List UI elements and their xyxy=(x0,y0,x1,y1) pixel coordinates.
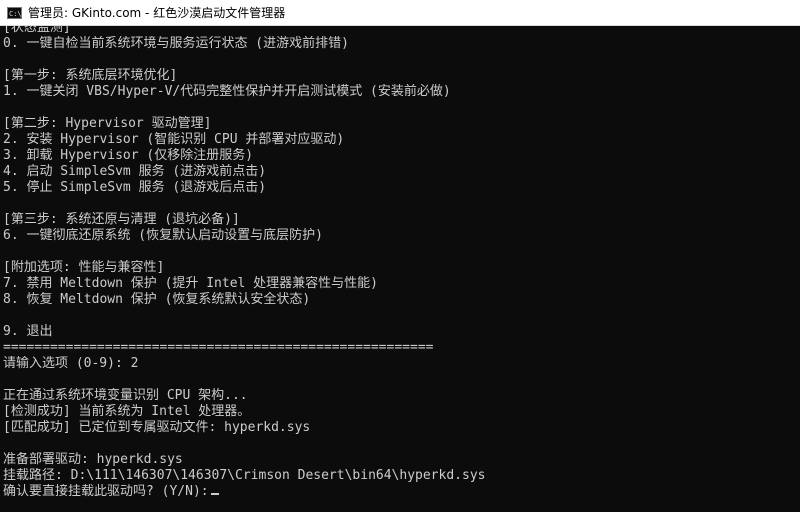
window-title: 管理员: GKinto.com - 红色沙漠启动文件管理器 xyxy=(28,6,286,20)
confirm-prompt-line[interactable]: 确认要直接挂载此驱动吗? (Y/N): xyxy=(3,484,797,500)
menu-option-2: 2. 安装 Hypervisor (智能识别 CPU 并部署对应驱动) xyxy=(3,132,345,147)
text-cursor xyxy=(210,493,219,495)
status-line: [匹配成功] 已定位到专属驱动文件: hyperkd.sys xyxy=(3,420,311,435)
console-output[interactable]: [状态监测] 0. 一键自检当前系统环境与服务运行状态 (进游戏前排错) [第一… xyxy=(0,26,800,512)
menu-option-7: 7. 禁用 Meltdown 保护 (提升 Intel 处理器兼容性与性能) xyxy=(3,276,379,291)
section-heading: [第二步: Hypervisor 驱动管理] xyxy=(3,116,212,131)
menu-option-0: 0. 一键自检当前系统环境与服务运行状态 (进游戏前排错) xyxy=(3,36,349,51)
console-window: C:\ 管理员: GKinto.com - 红色沙漠启动文件管理器 [状态监测]… xyxy=(0,0,800,512)
menu-option-6: 6. 一键彻底还原系统 (恢复默认启动设置与底层防护) xyxy=(3,228,323,243)
console-line: [状态监测] xyxy=(3,26,71,35)
menu-option-3: 3. 卸载 Hypervisor (仅移除注册服务) xyxy=(3,148,254,163)
section-heading: [第三步: 系统还原与清理 (退坑必备)] xyxy=(3,212,240,227)
separator-line: ========================================… xyxy=(3,340,434,355)
section-heading: [第一步: 系统底层环境优化] xyxy=(3,68,178,83)
menu-option-8: 8. 恢复 Meltdown 保护 (恢复系统默认安全状态) xyxy=(3,292,311,307)
menu-option-1: 1. 一键关闭 VBS/Hyper-V/代码完整性保护并开启测试模式 (安装前必… xyxy=(3,84,451,99)
mount-path-line: 挂载路径: D:\111\146307\146307\Crimson Deser… xyxy=(3,468,486,483)
status-line: [检测成功] 当前系统为 Intel 处理器。 xyxy=(3,404,251,419)
menu-option-4: 4. 启动 SimpleSvm 服务 (进游戏前点击) xyxy=(3,164,267,179)
status-line: 正在通过系统环境变量识别 CPU 架构... xyxy=(3,388,248,403)
status-line: 准备部署驱动: hyperkd.sys xyxy=(3,452,183,467)
menu-option-9: 9. 退出 xyxy=(3,324,53,339)
confirm-prompt: 确认要直接挂载此驱动吗? (Y/N): xyxy=(3,484,209,499)
input-prompt: 请输入选项 (0-9): 2 xyxy=(3,356,139,371)
title-bar[interactable]: C:\ 管理员: GKinto.com - 红色沙漠启动文件管理器 xyxy=(0,0,800,26)
section-heading: [附加选项: 性能与兼容性] xyxy=(3,260,165,275)
menu-option-5: 5. 停止 SimpleSvm 服务 (退游戏后点击) xyxy=(3,180,267,195)
cmd-console-icon: C:\ xyxy=(7,6,22,19)
